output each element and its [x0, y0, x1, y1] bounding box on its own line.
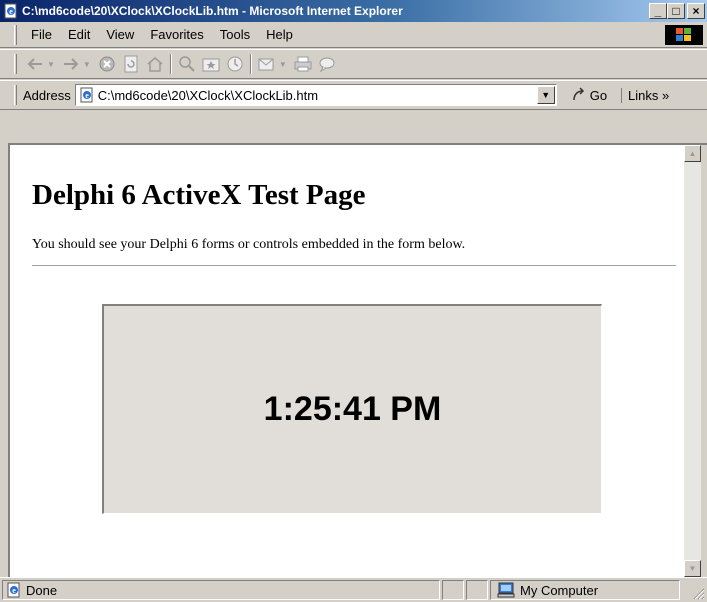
address-label: Address — [23, 87, 71, 103]
links-button[interactable]: Links » — [621, 87, 669, 103]
status-panel-main: e Done — [2, 580, 440, 600]
ie-page-icon[interactable]: e — [3, 3, 19, 19]
menu-edit[interactable]: Edit — [60, 27, 98, 42]
content-viewport: Delphi 6 ActiveX Test Page You should se… — [8, 143, 707, 577]
print-button[interactable] — [292, 53, 314, 75]
home-icon — [147, 57, 163, 72]
scroll-down-button[interactable]: ▼ — [684, 560, 701, 577]
search-button[interactable] — [176, 53, 198, 75]
minimize-icon: _ — [654, 4, 662, 18]
status-panel-security — [466, 580, 488, 600]
stop-icon — [99, 56, 115, 72]
ie-page-icon: e — [80, 87, 93, 103]
discuss-icon — [319, 57, 335, 72]
menu-bar: File Edit View Favorites Tools Help — [0, 22, 707, 48]
toolbar-grip[interactable] — [14, 85, 17, 105]
menu-help[interactable]: Help — [258, 27, 301, 42]
maximize-icon: □ — [672, 4, 680, 18]
print-icon — [294, 56, 312, 72]
menu-tools[interactable]: Tools — [212, 27, 258, 42]
standard-toolbar: ▼ ▼ ▼ — [0, 49, 707, 79]
address-url[interactable]: C:\md6code\20\XClock\XClockLib.htm — [98, 88, 537, 103]
minimize-button[interactable]: _ — [649, 3, 667, 19]
forward-button[interactable] — [60, 53, 82, 75]
status-panel-zone: My Computer — [490, 580, 680, 600]
vertical-scrollbar[interactable]: ▲ ▼ — [684, 145, 701, 577]
scroll-up-button[interactable]: ▲ — [684, 145, 701, 162]
svg-text:e: e — [9, 7, 13, 16]
web-page: Delphi 6 ActiveX Test Page You should se… — [10, 145, 684, 577]
page-heading: Delphi 6 ActiveX Test Page — [32, 179, 366, 211]
stop-button[interactable] — [96, 53, 118, 75]
address-input[interactable]: e C:\md6code\20\XClock\XClockLib.htm ▼ — [74, 84, 557, 106]
address-dropdown-button[interactable]: ▼ — [536, 86, 555, 104]
mail-icon — [258, 58, 274, 71]
my-computer-icon — [497, 582, 515, 598]
svg-text:e: e — [12, 586, 16, 595]
menu-favorites[interactable]: Favorites — [142, 27, 211, 42]
window-title: C:\md6code\20\XClock\XClockLib.htm - Mic… — [22, 4, 403, 18]
status-bar: e Done My Computer — [0, 577, 707, 602]
resize-grip-icon[interactable] — [693, 588, 705, 600]
address-bar: Address e C:\md6code\20\XClock\XClockLib… — [0, 80, 707, 110]
maximize-button[interactable]: □ — [667, 3, 685, 19]
home-button[interactable] — [144, 53, 166, 75]
forward-arrow-icon — [63, 58, 79, 70]
discuss-button[interactable] — [316, 53, 338, 75]
close-icon: × — [692, 4, 700, 18]
svg-text:e: e — [85, 91, 89, 100]
go-arrow-icon — [572, 87, 584, 101]
go-button[interactable]: Go — [571, 87, 607, 103]
back-button[interactable] — [24, 53, 46, 75]
horizontal-rule — [32, 265, 676, 267]
title-bar[interactable]: e C:\md6code\20\XClock\XClockLib.htm - M… — [0, 0, 707, 22]
scroll-up-icon: ▲ — [688, 149, 697, 158]
search-icon — [179, 56, 195, 72]
toolbar-grip[interactable] — [14, 24, 17, 45]
mail-button[interactable] — [256, 53, 278, 75]
favorites-button[interactable] — [200, 53, 222, 75]
back-arrow-icon — [27, 58, 42, 70]
chevron-down-icon: ▼ — [541, 90, 551, 100]
mail-dropdown-icon[interactable]: ▼ — [279, 60, 287, 69]
toolbar-separator — [169, 54, 172, 74]
status-panel-progress — [442, 580, 464, 600]
clock-time: 1:25:41 PM — [263, 390, 442, 428]
toolbar-separator — [249, 54, 252, 74]
ie-page-icon: e — [7, 582, 20, 598]
back-dropdown-icon[interactable]: ▼ — [47, 60, 55, 69]
history-button[interactable] — [224, 53, 246, 75]
intro-text: You should see your Delphi 6 forms or co… — [32, 237, 466, 252]
toolbar-grip[interactable] — [14, 54, 17, 74]
refresh-icon — [124, 55, 138, 73]
go-label: Go — [589, 87, 608, 103]
history-icon — [227, 56, 243, 72]
menu-view[interactable]: View — [98, 27, 142, 42]
menu-file[interactable]: File — [23, 27, 60, 42]
close-button[interactable]: × — [687, 3, 705, 19]
zone-text: My Computer — [520, 582, 599, 598]
status-text: Done — [26, 582, 58, 598]
refresh-button[interactable] — [120, 53, 142, 75]
favorites-icon — [202, 58, 220, 72]
activex-clock-control[interactable]: 1:25:41 PM — [102, 304, 602, 514]
windows-logo-icon — [665, 25, 703, 45]
forward-dropdown-icon[interactable]: ▼ — [83, 60, 91, 69]
scroll-down-icon: ▼ — [688, 564, 697, 573]
